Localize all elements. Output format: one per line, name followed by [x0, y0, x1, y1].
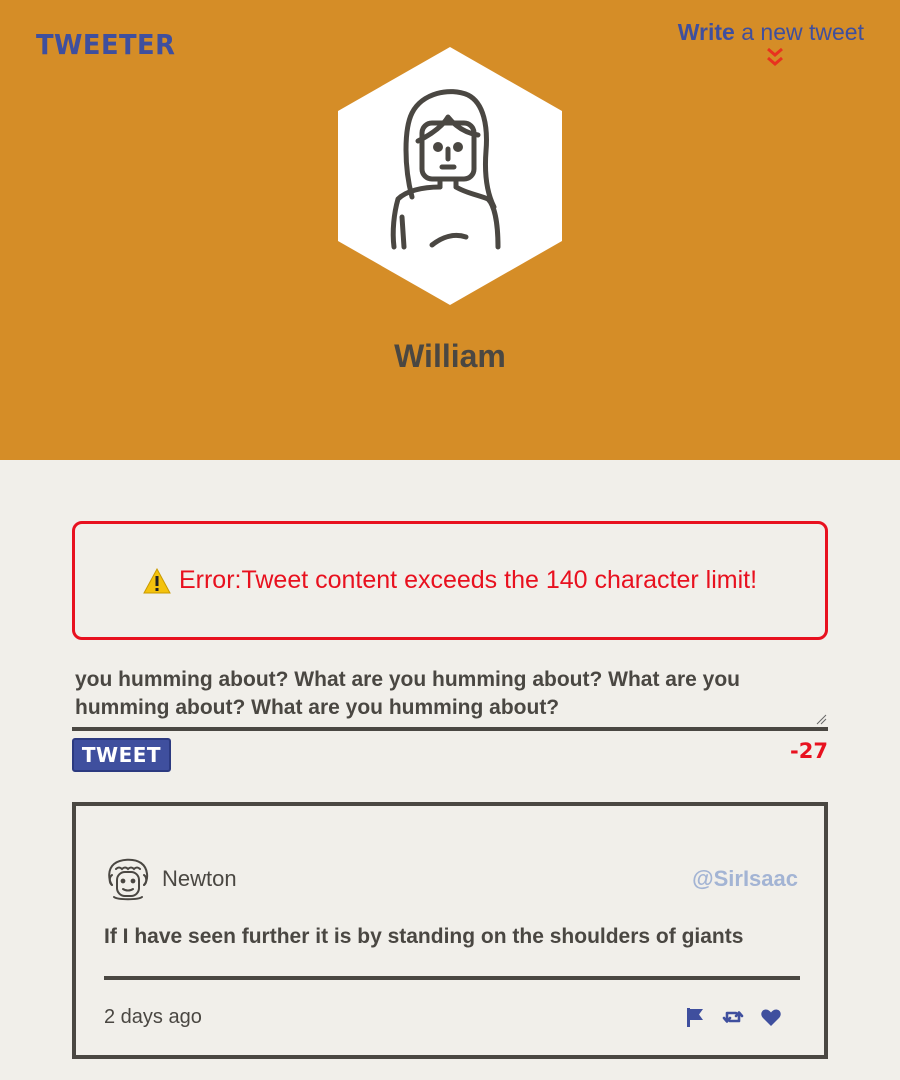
double-chevron-down-icon[interactable] — [765, 46, 785, 68]
error-text: Error:Tweet content exceeds the 140 char… — [178, 566, 758, 594]
heart-icon[interactable] — [760, 1006, 782, 1028]
resize-handle-icon[interactable] — [816, 714, 827, 725]
compose-underline — [72, 727, 828, 731]
tweet-content: If I have seen further it is by standing… — [104, 925, 744, 948]
user-name: William — [394, 338, 506, 374]
flag-icon[interactable] — [684, 1006, 706, 1028]
tweet-actions — [684, 1006, 782, 1028]
tweet-button[interactable]: TWEET — [72, 738, 171, 772]
user-avatar — [338, 47, 562, 305]
write-new-tweet-link[interactable]: Write a new tweet — [678, 18, 864, 46]
profile-header: TWEETER Write a new tweet William — [0, 0, 900, 460]
newton-avatar — [108, 858, 149, 901]
character-counter: -27 — [790, 739, 828, 763]
warning-icon — [143, 567, 171, 593]
tweet-author-name: Newton — [162, 866, 237, 891]
write-link-strong: Write — [677, 19, 735, 45]
error-message: Error:Tweet content exceeds the 140 char… — [72, 521, 828, 640]
retweet-icon[interactable] — [722, 1006, 744, 1028]
app-logo[interactable]: TWEETER — [36, 28, 175, 61]
tweet-timestamp: 2 days ago — [104, 1006, 202, 1028]
tweet-author-handle: @SirIsaac — [692, 866, 798, 891]
tweet-compose-textarea[interactable]: you humming about? What are you humming … — [75, 666, 827, 726]
tweet-divider — [104, 976, 800, 980]
write-link-rest: a new tweet — [734, 19, 864, 45]
tweet-card: Newton @SirIsaac If I have seen further … — [72, 802, 828, 1059]
